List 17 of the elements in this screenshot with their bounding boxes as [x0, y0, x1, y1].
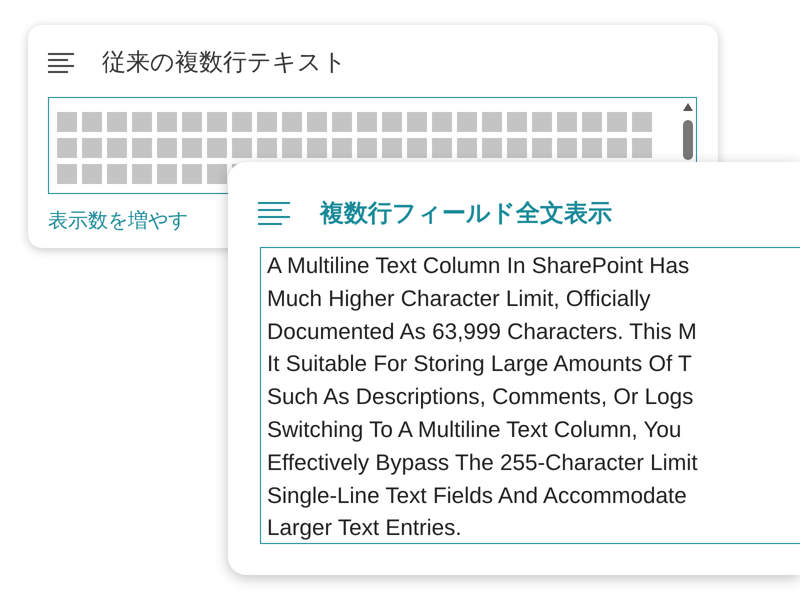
- scroll-up-icon[interactable]: [683, 103, 693, 111]
- text-line: Single-Line Text Fields And Accommodate: [267, 482, 687, 510]
- text-line: A Multiline Text Column In SharePoint Has: [267, 252, 690, 280]
- text-line: Larger Text Entries.: [267, 514, 462, 542]
- text-line: Effectively Bypass The 255-Character Limit: [267, 448, 698, 477]
- scrollbar-thumb[interactable]: [683, 120, 693, 160]
- text-line: Such As Descriptions, Comments, Or Logs: [267, 383, 694, 412]
- card-title: 複数行フィールド全文表示: [320, 199, 612, 229]
- text-line: Switching To A Multiline Text Column, You: [267, 416, 682, 444]
- text-lines-icon: [48, 52, 74, 74]
- text-area[interactable]: [260, 247, 800, 544]
- text-line: It Suitable For Storing Large Amounts Of T: [267, 350, 692, 378]
- text-line: Documented As 63,999 Characters. This M: [267, 318, 697, 346]
- text-lines-icon: [258, 201, 290, 227]
- show-more-link[interactable]: 表示数を増やす: [48, 206, 188, 236]
- text-line: Much Higher Character Limit, Officially: [267, 284, 650, 313]
- card-title: 従来の複数行テキスト: [102, 48, 347, 78]
